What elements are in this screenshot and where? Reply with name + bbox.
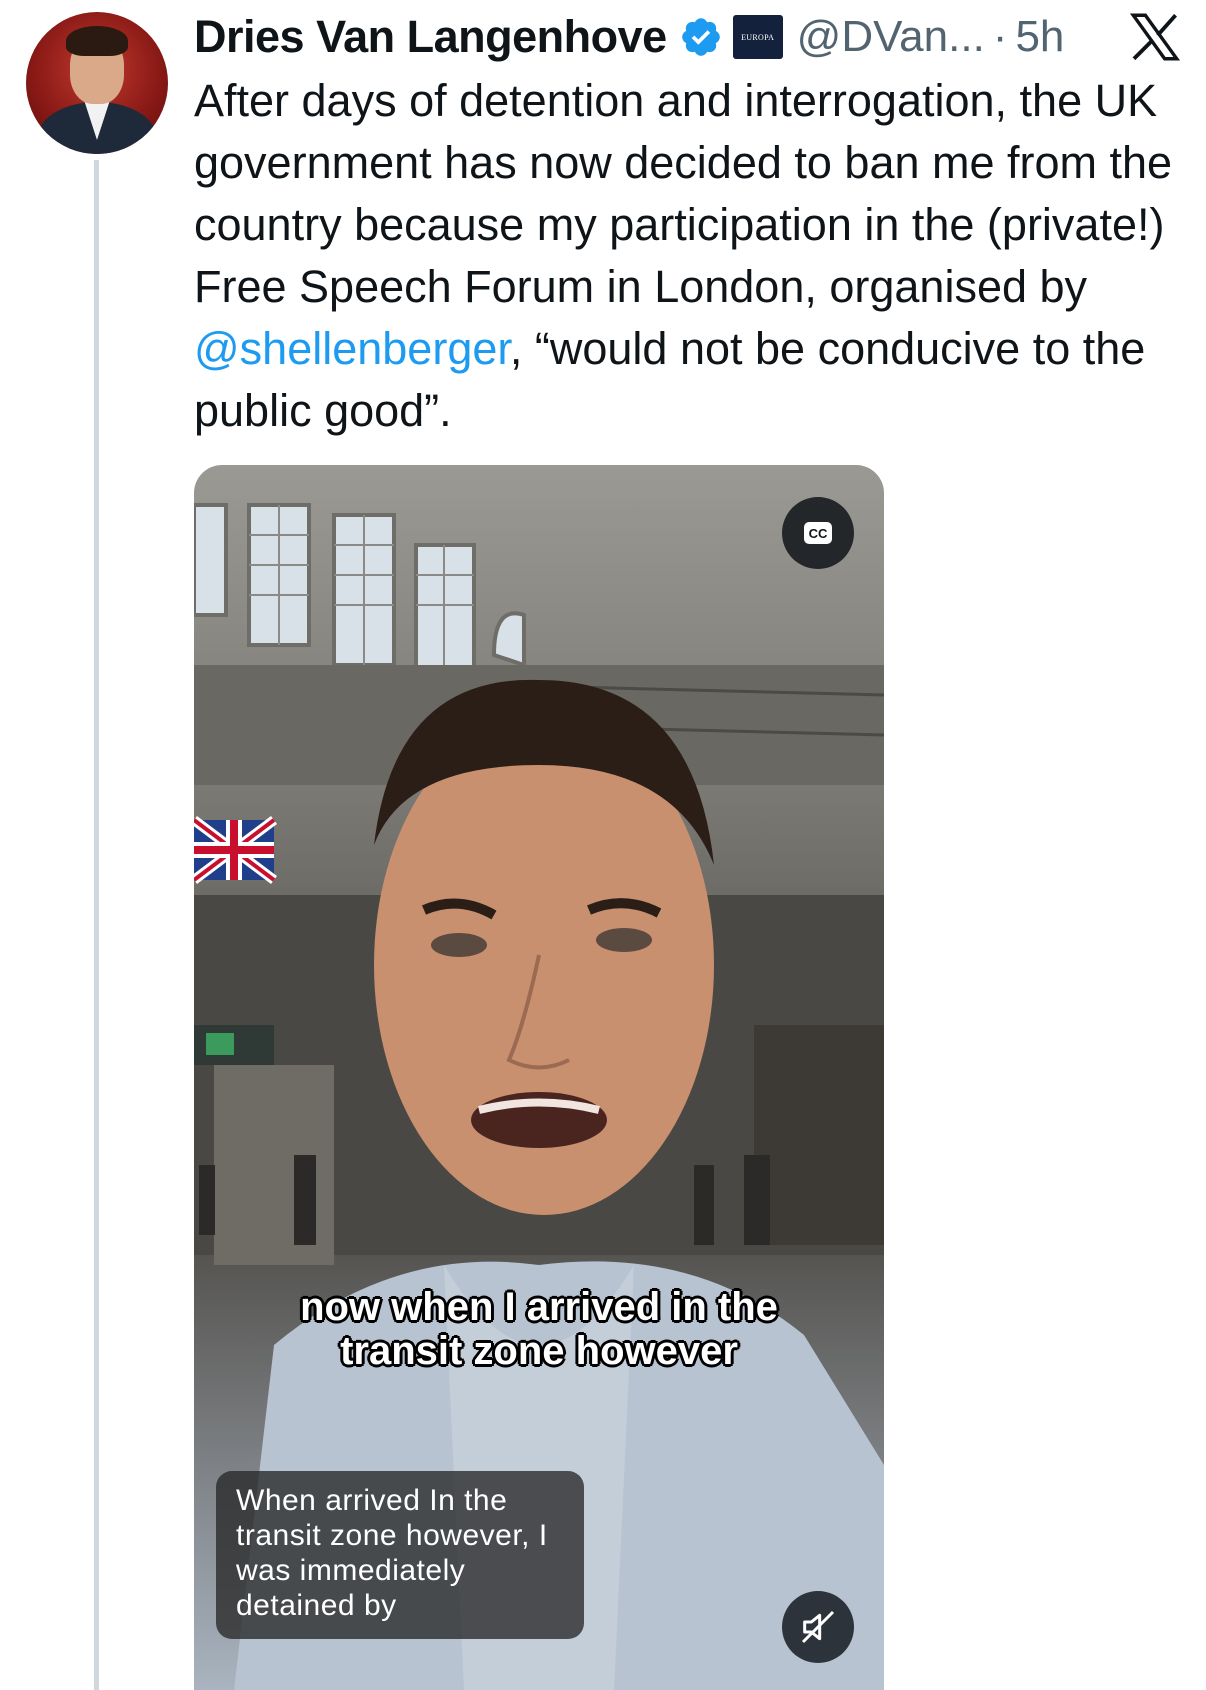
avatar-hair bbox=[66, 26, 128, 56]
tweet-text-before: After days of detention and interrogatio… bbox=[194, 75, 1173, 312]
closed-caption-overlay: When arrived In the transit zone however… bbox=[216, 1471, 584, 1639]
mention-link[interactable]: @shellenberger bbox=[194, 323, 510, 374]
burned-caption-line-2: transit zone however bbox=[340, 1329, 738, 1373]
burned-in-subtitle: now when I arrived in the transit zone h… bbox=[254, 1285, 824, 1373]
author-name[interactable]: Dries Van Langenhove bbox=[194, 11, 667, 63]
separator-dot: · bbox=[992, 12, 1008, 61]
tweet: Dries Van Langenhove EUROPA @DVan... · 5… bbox=[0, 0, 1206, 1690]
video-player[interactable]: CC now when I arrived in the transit zon… bbox=[194, 465, 884, 1690]
x-logo-icon bbox=[1126, 8, 1184, 66]
muted-speaker-icon bbox=[801, 1610, 835, 1644]
verified-badge-icon bbox=[679, 15, 723, 59]
tweet-text: After days of detention and interrogatio… bbox=[194, 70, 1184, 442]
tweet-header: Dries Van Langenhove EUROPA @DVan... · 5… bbox=[194, 6, 1184, 68]
closed-captions-icon: CC bbox=[804, 522, 832, 544]
mute-toggle-button[interactable] bbox=[782, 1591, 854, 1663]
closed-captions-button[interactable]: CC bbox=[782, 497, 854, 569]
timestamp[interactable]: 5h bbox=[1015, 12, 1064, 62]
thread-line bbox=[94, 160, 99, 1690]
avatar[interactable] bbox=[26, 12, 168, 154]
author-handle[interactable]: @DVan... bbox=[797, 12, 985, 62]
burned-caption-line-1: now when I arrived in the bbox=[300, 1285, 778, 1329]
affiliate-badge[interactable]: EUROPA bbox=[732, 15, 783, 59]
